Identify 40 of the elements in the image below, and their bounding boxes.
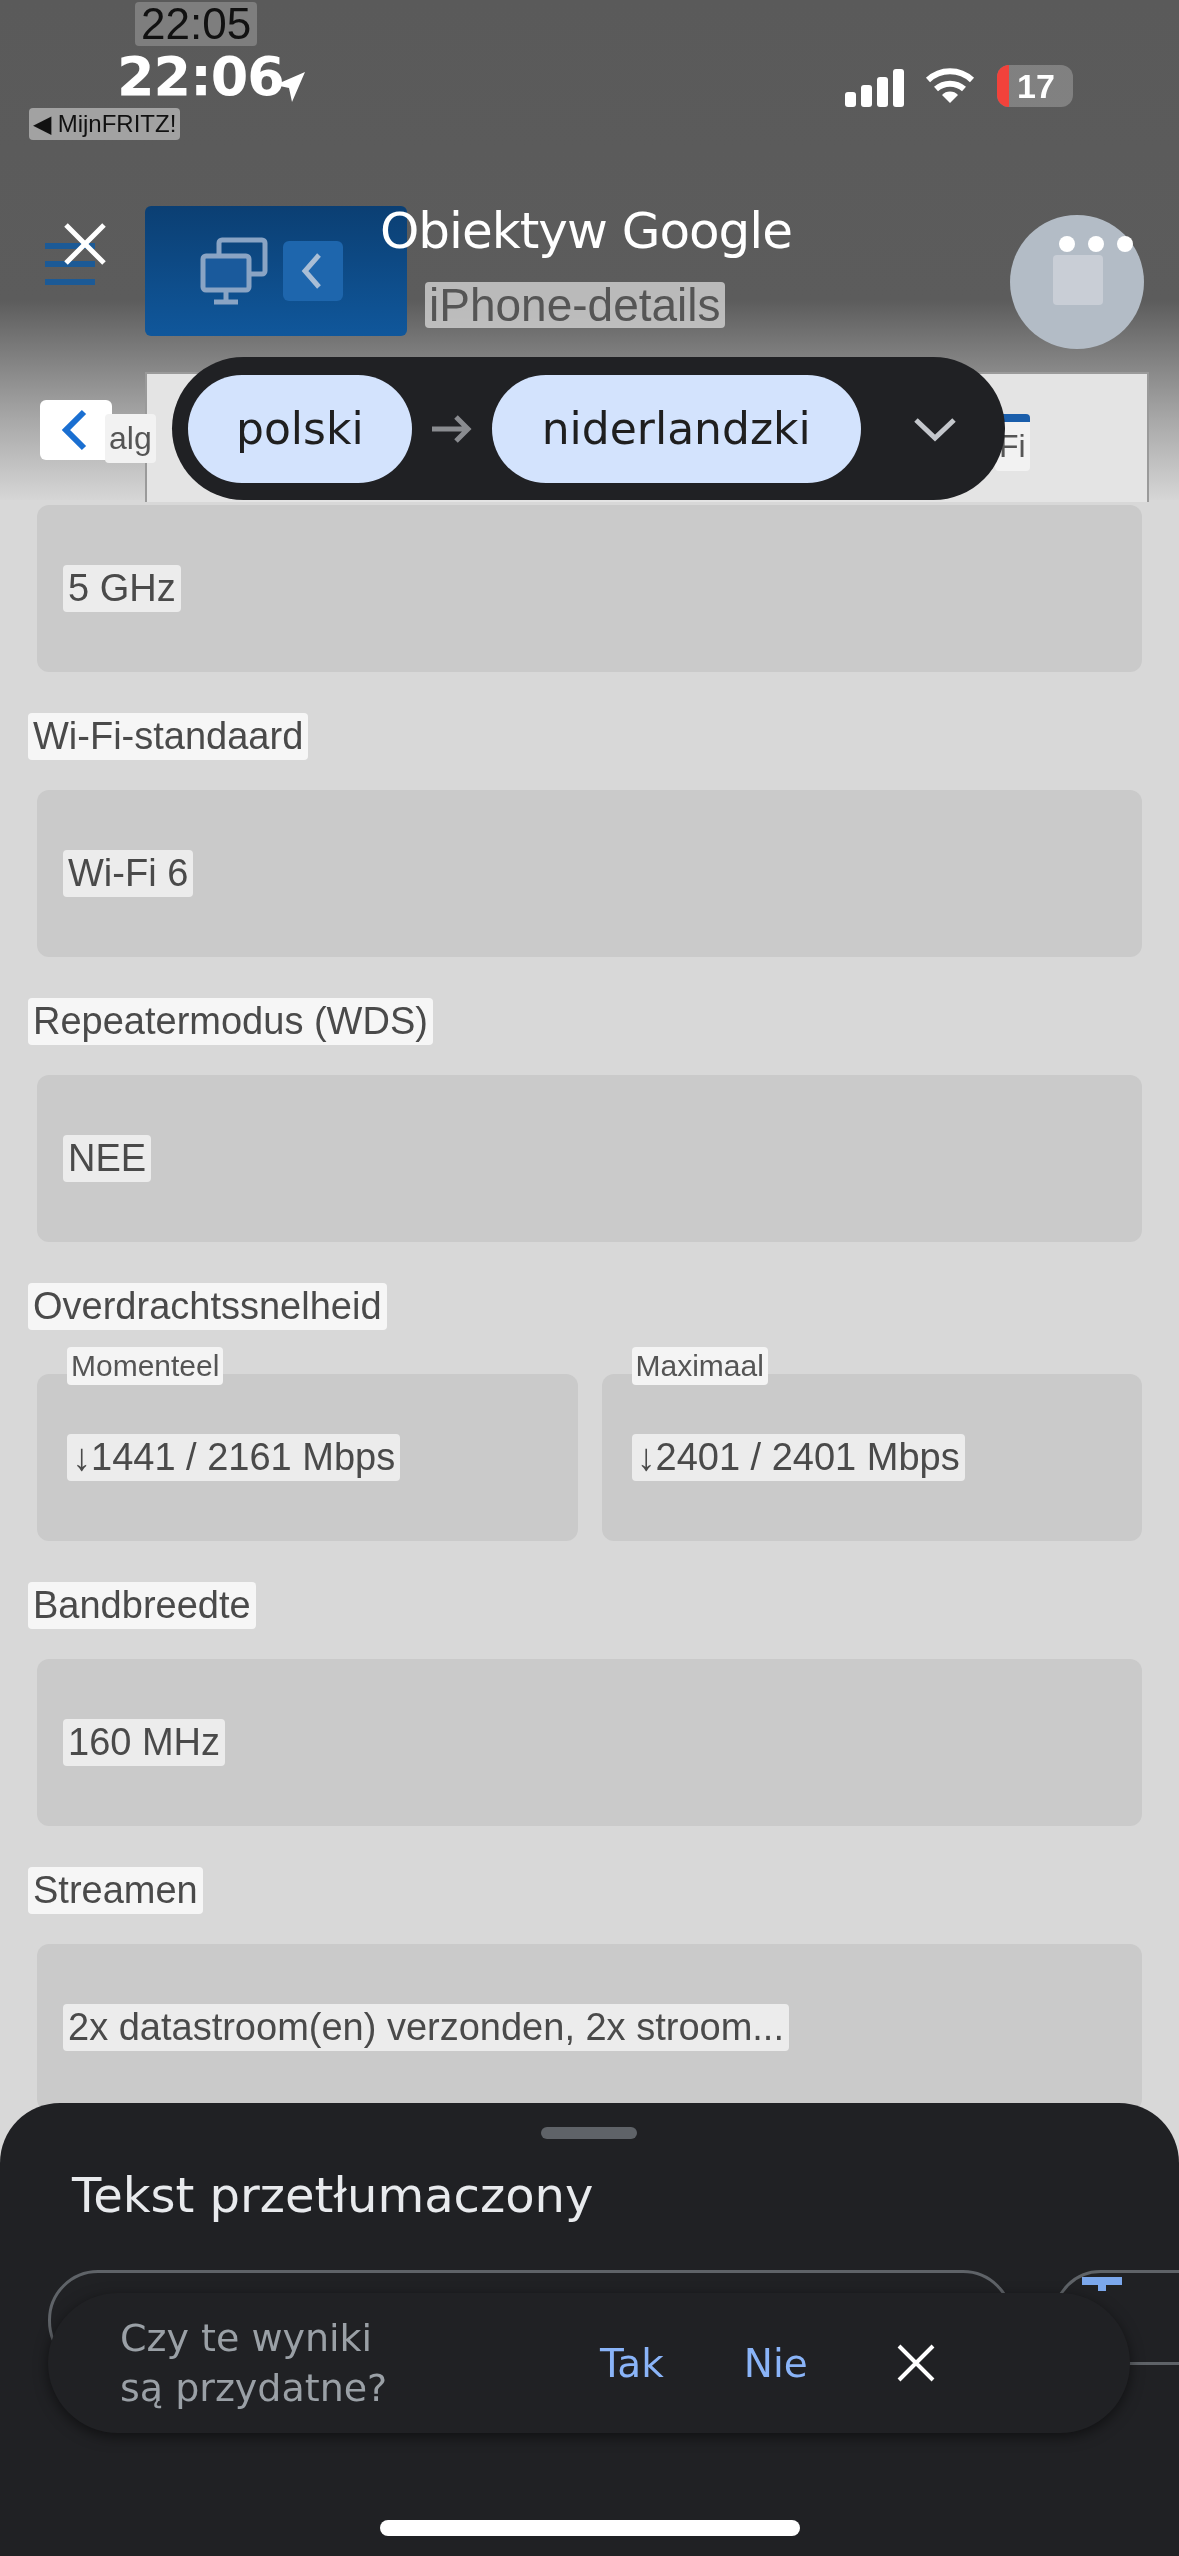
- field-label: Overdrachtssnelheid: [28, 1282, 387, 1330]
- tab[interactable]: alg: [105, 414, 156, 463]
- battery-indicator: 17: [997, 65, 1073, 107]
- field-label: Momenteel: [67, 1347, 224, 1385]
- field-value: NEE: [63, 1135, 152, 1182]
- no-button[interactable]: Nie: [743, 2340, 808, 2386]
- field-value: ↓1441 / 2161 Mbps: [67, 1434, 401, 1481]
- field-label: Streamen: [28, 1866, 203, 1914]
- back-to-app-link[interactable]: ◀ MijnFRITZ!: [29, 108, 181, 140]
- field-value: Wi-Fi 6: [63, 850, 194, 897]
- sheet-title: Tekst przetłumaczony: [72, 2167, 594, 2223]
- more-icon[interactable]: [1058, 235, 1134, 253]
- wifi-icon: [925, 67, 975, 105]
- signal-icon: [845, 68, 907, 108]
- status-time: 22:06: [117, 50, 284, 104]
- close-icon[interactable]: [63, 222, 107, 266]
- menu-icon[interactable]: [43, 242, 97, 286]
- chevron-left-icon[interactable]: [283, 241, 343, 301]
- close-icon[interactable]: [895, 2343, 936, 2383]
- yes-button[interactable]: Tak: [600, 2340, 664, 2386]
- field-value: 160 MHz: [63, 1719, 226, 1766]
- page-title: iPhone-details: [425, 282, 725, 328]
- feedback-question: Czy te wyniki są przydatne?: [120, 2315, 389, 2412]
- field-value: ↓2401 / 2401 Mbps: [631, 1434, 965, 1481]
- field-label: Maximaal: [631, 1347, 768, 1385]
- back-icon[interactable]: [40, 400, 112, 460]
- text-icon: [1079, 2277, 1124, 2291]
- field-label: Bandbreedte: [28, 1581, 256, 1629]
- field-label: Wi-Fi-standaard: [28, 712, 309, 760]
- app-title: Obiektyw Google: [380, 206, 792, 256]
- field-value: 2x datastroom(en) verzonden, 2x stroom...: [63, 2004, 789, 2051]
- computers-icon: [199, 236, 269, 306]
- arrow-right-icon: [429, 413, 474, 444]
- status-time: 22:05: [135, 2, 258, 46]
- field-label: Repeatermodus (WDS): [28, 997, 433, 1045]
- chevron-down-icon[interactable]: [912, 415, 957, 442]
- source-language-button[interactable]: polski: [188, 374, 412, 483]
- drag-handle[interactable]: [541, 2127, 637, 2139]
- target-language-button[interactable]: niderlandzki: [491, 374, 861, 483]
- field-value: 5 GHz: [63, 565, 181, 612]
